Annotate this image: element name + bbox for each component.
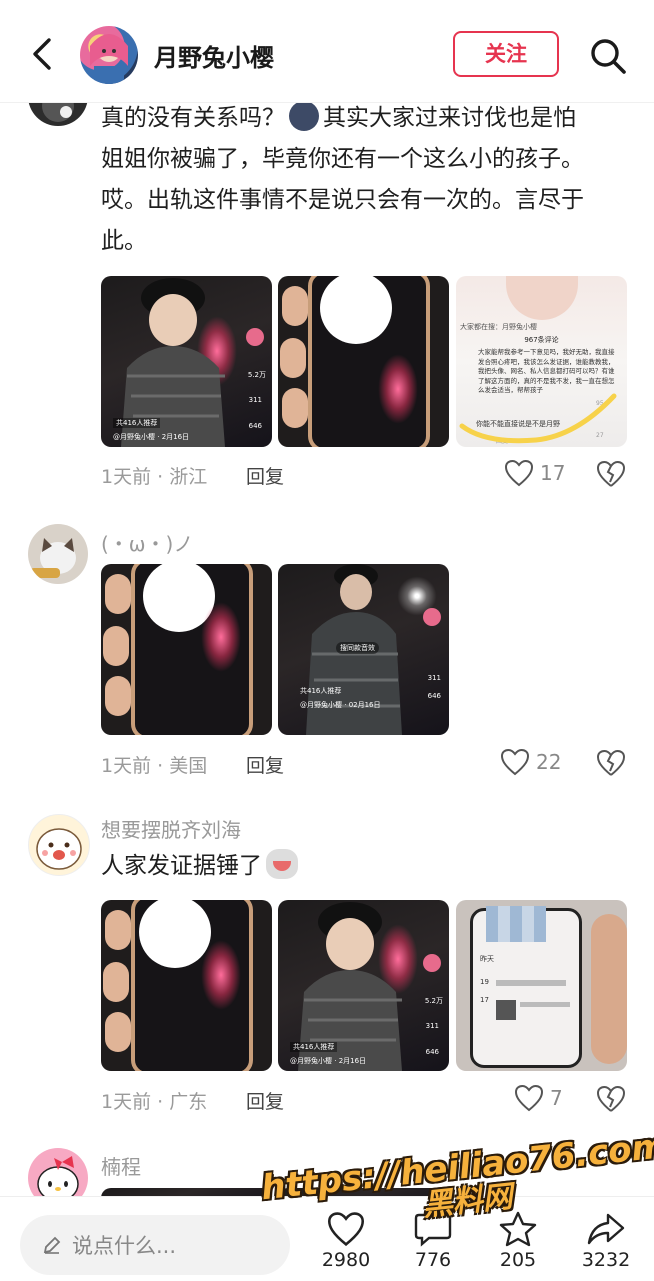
star-icon	[499, 1211, 537, 1247]
recommend-label: 共416人推荐	[300, 687, 342, 695]
post-share-count: 3232	[581, 1249, 631, 1271]
comment-image[interactable]: 5.2万 311 646 共416人推荐 @月野兔小樱 · 2月16日	[278, 900, 449, 1071]
like-count: 7	[550, 1086, 563, 1110]
broken-heart-icon[interactable]	[596, 1084, 626, 1114]
reply-button[interactable]: 回复	[246, 462, 284, 489]
post-comment-count: 776	[414, 1249, 452, 1271]
comment-text: 真的没有关系吗？ 其实大家过来讨伐也是怕 姐姐你被骗了，毕竟你还有一个这么小的孩子…	[101, 98, 631, 262]
like-count-label: 5.2万	[424, 997, 443, 1005]
post-star-count: 205	[499, 1249, 537, 1271]
post-like-count: 2980	[321, 1249, 371, 1271]
commenter-name[interactable]: 想要摆脱齐刘海	[101, 814, 241, 843]
video-author: @月野兔小樱 · 2月16日	[113, 433, 190, 441]
author-name[interactable]: 月野兔小樱	[154, 38, 274, 73]
heart-icon	[327, 1212, 365, 1247]
comment-image[interactable]: 搜同款音效 311 646 共416人推荐 @月野兔小樱 · 02月16日	[278, 564, 449, 735]
heart-icon	[504, 459, 534, 487]
star-count-label: 646	[248, 422, 262, 430]
comment-count-label: 311	[425, 1022, 439, 1030]
heart-icon	[500, 748, 530, 776]
video-author: @月野兔小樱 · 2月16日	[290, 1057, 367, 1065]
chat-day-label: 17	[480, 996, 489, 1004]
chat-day-label: 19	[480, 978, 489, 986]
video-author: @月野兔小樱 · 02月16日	[300, 701, 381, 709]
share-arrow-icon	[587, 1213, 625, 1245]
comment-image[interactable]: 昨天 19 17	[456, 900, 627, 1071]
top-bar: 月野兔小樱 关注	[0, 0, 654, 103]
like-button[interactable]: 22	[500, 748, 561, 776]
like-button[interactable]: 17	[504, 459, 565, 487]
comment-image[interactable]	[101, 564, 272, 735]
post-star-button[interactable]: 205	[478, 1211, 558, 1271]
comment-count-label: 311	[248, 396, 262, 404]
comment-image[interactable]: 大家都在搜：月野兔小樱 967条评论 大家能帮我参考一下意见吗，我好无助，我直接…	[456, 276, 627, 447]
comment-meta: 1天前 · 浙江	[101, 466, 208, 488]
follow-button[interactable]: 关注	[453, 31, 559, 77]
post-like-button[interactable]: 2980	[306, 1211, 386, 1271]
comment-count-label: 311	[427, 674, 441, 682]
emoji-cat-icon	[266, 849, 298, 879]
comment-image[interactable]	[278, 276, 449, 447]
like-count: 17	[540, 461, 566, 485]
comment-image[interactable]: 5.2万 311 646 共416人推荐 @月野兔小樱 · 2月16日	[101, 276, 272, 447]
comment-input-placeholder: 说点什么...	[72, 1234, 177, 1258]
commenter-avatar[interactable]	[28, 524, 88, 584]
recommend-label: 共416人推荐	[113, 418, 161, 428]
commenter-name[interactable]: (・ω・)ノ	[101, 528, 193, 557]
emoji-moon-icon	[289, 101, 319, 131]
comment-meta: 1天前 · 美国	[101, 755, 208, 777]
comment-input[interactable]: 说点什么...	[20, 1215, 290, 1275]
heart-icon	[514, 1084, 544, 1112]
back-arrow-icon[interactable]	[22, 34, 62, 74]
star-count-label: 646	[427, 692, 441, 700]
commenter-name[interactable]: 楠程	[101, 1151, 141, 1180]
author-avatar[interactable]	[80, 26, 138, 84]
like-count-label: 5.2万	[247, 371, 266, 379]
chat-day-label: 昨天	[480, 955, 494, 963]
bottom-action-bar: 说点什么... 2980 776 205 3232	[0, 1196, 654, 1281]
star-count-label: 646	[425, 1048, 439, 1056]
broken-heart-icon[interactable]	[596, 459, 626, 489]
reply-button[interactable]: 回复	[246, 1087, 284, 1114]
screenshot-heading: 967条评论	[524, 336, 559, 344]
pencil-icon	[43, 1236, 61, 1254]
post-share-button[interactable]: 3232	[566, 1211, 646, 1271]
like-count: 22	[536, 750, 562, 774]
comment-bubble-icon	[414, 1213, 452, 1247]
search-icon[interactable]	[588, 36, 628, 76]
broken-heart-icon[interactable]	[596, 748, 626, 778]
recommend-label: 共416人推荐	[290, 1042, 338, 1052]
comment-text: 人家发证据锤了	[101, 846, 298, 887]
search-sound-label: 搜同款音效	[336, 642, 379, 654]
comment-image[interactable]	[101, 900, 272, 1071]
like-button[interactable]: 7	[514, 1084, 563, 1112]
screenshot-tab: 大家都在搜：月野兔小樱	[460, 323, 537, 331]
reply-button[interactable]: 回复	[246, 751, 284, 778]
comment-meta: 1天前 · 广东	[101, 1091, 208, 1113]
commenter-avatar[interactable]	[28, 814, 90, 876]
post-comment-button[interactable]: 776	[393, 1211, 473, 1271]
